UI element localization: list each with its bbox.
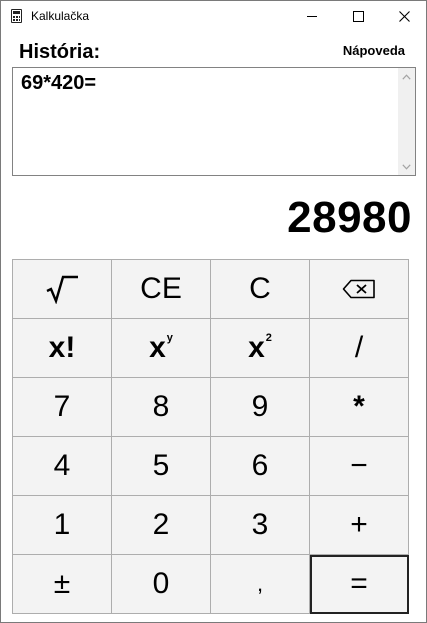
minus-button[interactable]: − bbox=[310, 437, 409, 496]
maximize-button[interactable] bbox=[335, 1, 381, 31]
minimize-button[interactable] bbox=[289, 1, 335, 31]
keypad: CE C x! xy x2 / 7 8 9 * 4 5 6 − 1 2 3 + … bbox=[12, 259, 409, 614]
square-exponent-label: 2 bbox=[265, 332, 272, 344]
chevron-up-icon bbox=[402, 73, 411, 80]
digit-7-button[interactable]: 7 bbox=[13, 378, 112, 437]
digit-5-button[interactable]: 5 bbox=[112, 437, 211, 496]
digit-4-button[interactable]: 4 bbox=[13, 437, 112, 496]
factorial-button[interactable]: x! bbox=[13, 319, 112, 378]
plus-minus-button[interactable]: ± bbox=[13, 555, 112, 614]
history-label: História: bbox=[19, 41, 101, 63]
decimal-label: , bbox=[256, 571, 264, 596]
minimize-icon bbox=[307, 15, 317, 17]
digit-3-button[interactable]: 3 bbox=[211, 496, 310, 555]
history-text: 69*420= bbox=[21, 72, 97, 94]
equals-button[interactable]: = bbox=[310, 555, 409, 614]
maximize-icon bbox=[352, 10, 364, 22]
scroll-down-button[interactable] bbox=[398, 158, 415, 175]
multiply-button[interactable]: * bbox=[310, 378, 409, 437]
close-button[interactable] bbox=[381, 1, 427, 31]
calculator-icon bbox=[11, 9, 22, 23]
digit-6-button[interactable]: 6 bbox=[211, 437, 310, 496]
history-scrollbar[interactable] bbox=[398, 68, 415, 175]
scroll-up-button[interactable] bbox=[398, 68, 415, 85]
sqrt-icon bbox=[46, 275, 78, 304]
power-button[interactable]: xy bbox=[112, 319, 211, 378]
power-base-label: x bbox=[149, 331, 166, 364]
sqrt-button[interactable] bbox=[13, 260, 112, 319]
square-base-label: x bbox=[248, 331, 265, 364]
chevron-down-icon bbox=[402, 163, 411, 170]
divide-button[interactable]: / bbox=[310, 319, 409, 378]
history-textbox[interactable]: 69*420= bbox=[12, 67, 416, 176]
help-link[interactable]: Nápoveda bbox=[343, 43, 405, 58]
clear-entry-button[interactable]: CE bbox=[112, 260, 211, 319]
digit-9-button[interactable]: 9 bbox=[211, 378, 310, 437]
square-button[interactable]: x2 bbox=[211, 319, 310, 378]
decimal-button[interactable]: , bbox=[211, 555, 310, 614]
power-exponent-label: y bbox=[166, 332, 173, 344]
digit-2-button[interactable]: 2 bbox=[112, 496, 211, 555]
backspace-icon bbox=[342, 279, 375, 299]
close-icon bbox=[398, 10, 410, 22]
clear-button[interactable]: C bbox=[211, 260, 310, 319]
window-title: Kalkulačka bbox=[31, 9, 90, 23]
result-display: 28980 bbox=[287, 193, 412, 242]
digit-8-button[interactable]: 8 bbox=[112, 378, 211, 437]
title-bar[interactable]: Kalkulačka bbox=[1, 1, 426, 31]
digit-0-button[interactable]: 0 bbox=[112, 555, 211, 614]
backspace-button[interactable] bbox=[310, 260, 409, 319]
digit-1-button[interactable]: 1 bbox=[13, 496, 112, 555]
plus-button[interactable]: + bbox=[310, 496, 409, 555]
